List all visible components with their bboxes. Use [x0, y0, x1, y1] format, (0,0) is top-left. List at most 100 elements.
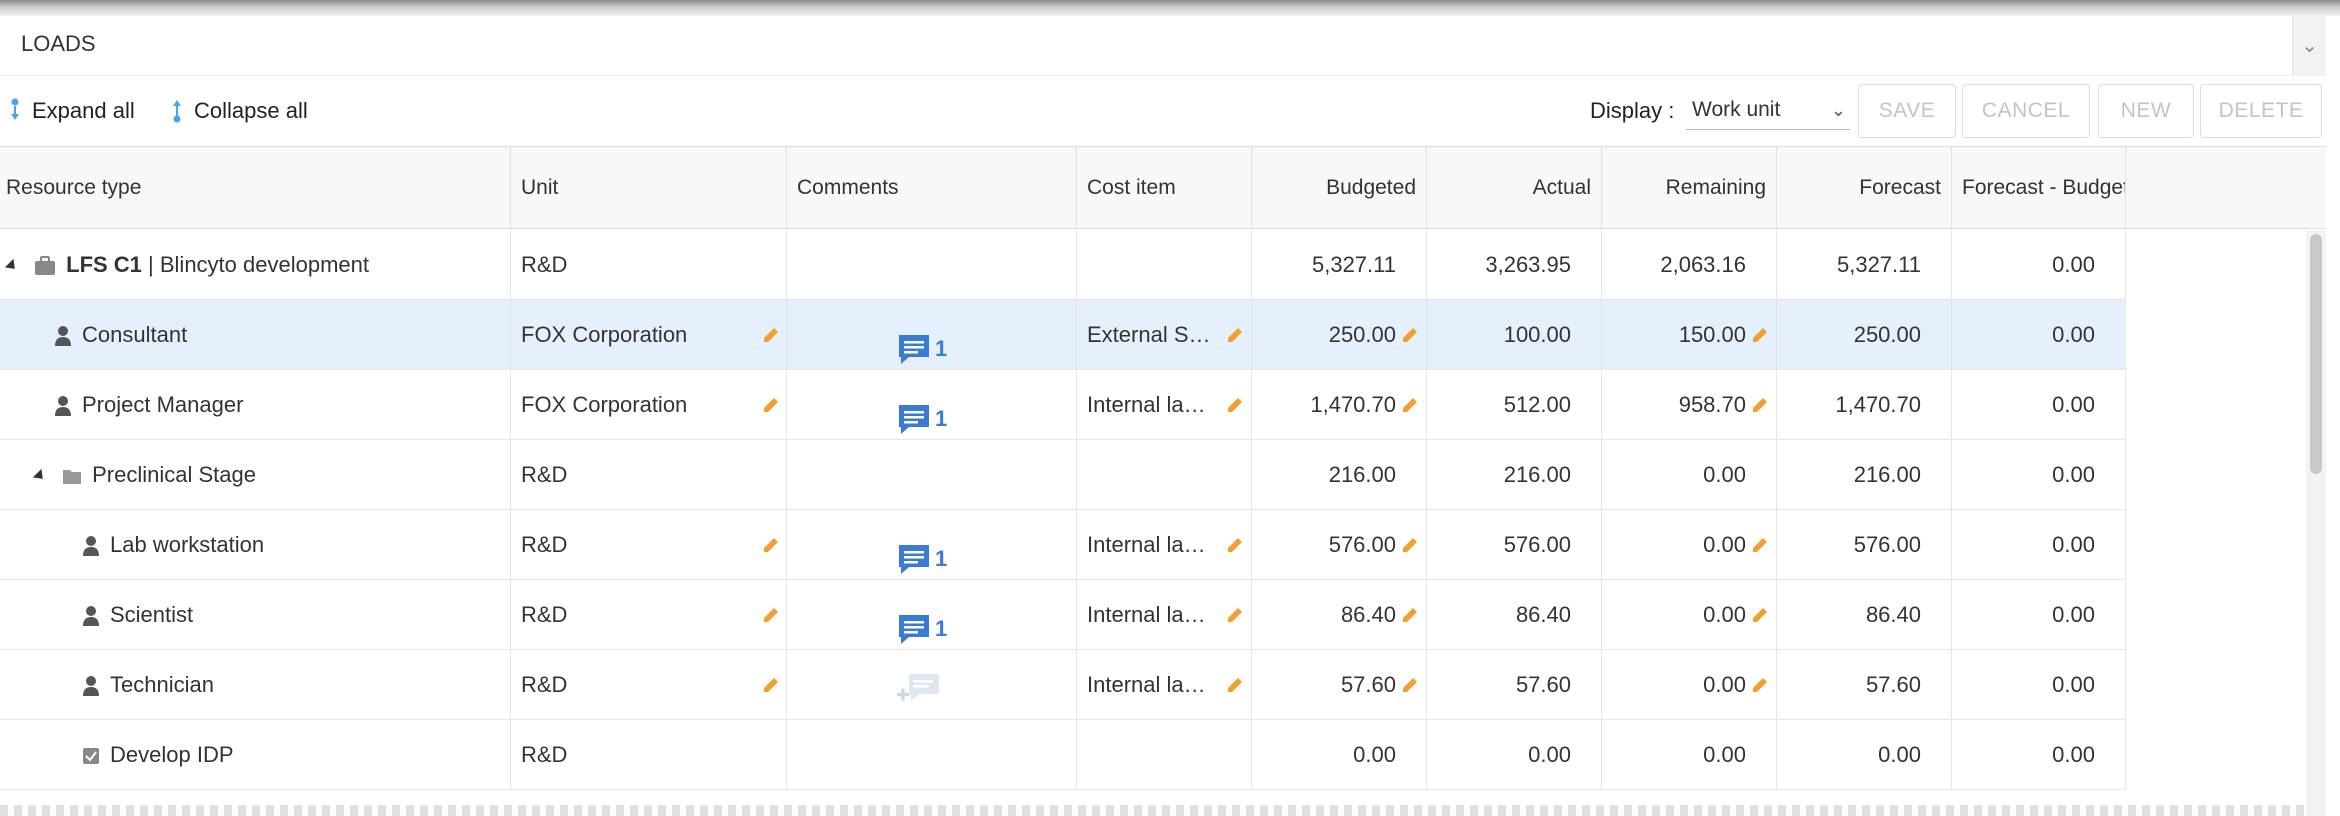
pencil-icon[interactable]: [1400, 605, 1420, 625]
comment-icon: [899, 335, 929, 364]
comments-cell[interactable]: 1: [787, 510, 1077, 580]
remaining-cell[interactable]: 150.00: [1602, 300, 1777, 370]
remaining-cell[interactable]: 958.70: [1602, 370, 1777, 440]
pencil-icon[interactable]: [761, 605, 781, 625]
collapse-all-link[interactable]: Collapse all: [172, 98, 308, 124]
cost-item-value: External S…: [1087, 322, 1211, 347]
pencil-icon[interactable]: [1225, 605, 1245, 625]
table-row[interactable]: Project Manager FOX Corporation 1 Intern…: [0, 370, 2126, 440]
pencil-icon[interactable]: [761, 535, 781, 555]
tree-toggle-icon[interactable]: [32, 469, 48, 484]
resource-type-cell: Lab workstation: [0, 510, 511, 580]
col-actual[interactable]: Actual: [1427, 147, 1602, 229]
pencil-icon[interactable]: [1750, 325, 1770, 345]
budgeted-cell[interactable]: 86.40: [1252, 580, 1427, 650]
actual-cell: 576.00: [1427, 510, 1602, 580]
comment-badge[interactable]: 1: [897, 384, 947, 440]
pencil-icon[interactable]: [761, 675, 781, 695]
pencil-icon[interactable]: [1400, 675, 1420, 695]
pencil-icon[interactable]: [761, 395, 781, 415]
remaining-cell[interactable]: 0.00: [1602, 580, 1777, 650]
pencil-icon[interactable]: [1400, 325, 1420, 345]
panel-collapse-button[interactable]: ⌄: [2292, 16, 2326, 76]
table-row[interactable]: Develop IDP R&D 0.00 0.00 0.00 0.00 0.00: [0, 720, 2126, 790]
table-row[interactable]: Technician R&D Internal la… 57.60 57.60 …: [0, 650, 2126, 720]
unit-cell[interactable]: R&D: [511, 580, 787, 650]
pencil-icon[interactable]: [761, 325, 781, 345]
pencil-icon[interactable]: [1225, 535, 1245, 555]
pencil-icon[interactable]: [1225, 395, 1245, 415]
expand-all-link[interactable]: Expand all: [10, 98, 135, 124]
unit-cell[interactable]: R&D: [511, 650, 787, 720]
cost-item-cell[interactable]: Internal la…: [1077, 650, 1252, 720]
cost-item-cell[interactable]: Internal la…: [1077, 370, 1252, 440]
display-select[interactable]: Work unit ⌄: [1686, 90, 1850, 130]
delete-button[interactable]: DELETE: [2200, 84, 2322, 138]
col-remaining[interactable]: Remaining: [1602, 147, 1777, 229]
comments-cell[interactable]: 1: [787, 300, 1077, 370]
pencil-icon[interactable]: [1225, 675, 1245, 695]
comments-cell: [787, 230, 1077, 300]
pencil-icon[interactable]: [1750, 535, 1770, 555]
remaining-cell: 0.00: [1602, 720, 1777, 790]
budgeted-cell: 0.00: [1252, 720, 1427, 790]
forecast-budget-cell: 0.00: [1952, 300, 2126, 370]
collapse-all-label: Collapse all: [194, 98, 308, 123]
comments-cell[interactable]: [787, 650, 1077, 720]
save-button[interactable]: SAVE: [1858, 84, 1956, 138]
tree-toggle-icon[interactable]: [4, 259, 20, 274]
cost-item-cell[interactable]: Internal la…: [1077, 510, 1252, 580]
actual-cell: 86.40: [1427, 580, 1602, 650]
comments-cell[interactable]: 1: [787, 580, 1077, 650]
remaining-value: 0.00: [1703, 532, 1746, 557]
new-button[interactable]: NEW: [2098, 84, 2194, 138]
cost-item-cell[interactable]: External S…: [1077, 300, 1252, 370]
project-icon: [35, 256, 56, 276]
table-row[interactable]: Scientist R&D 1 Internal la… 86.40 86.40…: [0, 580, 2126, 650]
comment-badge[interactable]: 1: [897, 524, 947, 580]
budgeted-cell[interactable]: 250.00: [1252, 300, 1427, 370]
table-row[interactable]: Consultant FOX Corporation 1 External S…: [0, 300, 2126, 370]
cancel-button[interactable]: CANCEL: [1962, 84, 2090, 138]
loads-grid: Resource type Unit Comments Cost item Bu…: [0, 146, 2326, 816]
display-value: Work unit: [1692, 98, 1781, 121]
pencil-icon[interactable]: [1225, 325, 1245, 345]
remaining-cell[interactable]: 0.00: [1602, 510, 1777, 580]
unit-value: R&D: [521, 602, 568, 627]
col-resource-type[interactable]: Resource type: [0, 147, 511, 229]
comment-badge[interactable]: 1: [897, 594, 947, 650]
unit-cell[interactable]: R&D: [511, 510, 787, 580]
unit-cell[interactable]: FOX Corporation: [511, 370, 787, 440]
pencil-icon[interactable]: [1750, 675, 1770, 695]
remaining-cell[interactable]: 0.00: [1602, 650, 1777, 720]
project-code: LFS C1: [66, 252, 142, 277]
pencil-icon[interactable]: [1750, 605, 1770, 625]
comments-cell: [787, 720, 1077, 790]
unit-cell[interactable]: FOX Corporation: [511, 300, 787, 370]
col-cost-item[interactable]: Cost item: [1077, 147, 1252, 229]
forecast-cell: 5,327.11: [1777, 230, 1952, 300]
budgeted-cell[interactable]: 576.00: [1252, 510, 1427, 580]
budgeted-cell[interactable]: 1,470.70: [1252, 370, 1427, 440]
forecast-cell: 0.00: [1777, 720, 1952, 790]
add-comment-icon[interactable]: [895, 672, 941, 706]
budgeted-cell[interactable]: 57.60: [1252, 650, 1427, 720]
col-comments[interactable]: Comments: [787, 147, 1077, 229]
scrollbar-thumb[interactable]: [2310, 234, 2322, 474]
table-row[interactable]: Preclinical Stage R&D 216.00 216.00 0.00…: [0, 440, 2126, 510]
pencil-icon[interactable]: [1400, 395, 1420, 415]
col-unit[interactable]: Unit: [511, 147, 787, 229]
comment-badge[interactable]: 1: [897, 314, 947, 370]
vertical-scrollbar[interactable]: [2306, 230, 2326, 816]
comments-cell[interactable]: 1: [787, 370, 1077, 440]
forecast-budget-cell: 0.00: [1952, 720, 2126, 790]
table-row[interactable]: LFS C1 | Blincyto development R&D 5,327.…: [0, 230, 2126, 300]
pencil-icon[interactable]: [1400, 535, 1420, 555]
table-row[interactable]: Lab workstation R&D 1 Internal la… 576.0…: [0, 510, 2126, 580]
cost-item-cell[interactable]: Internal la…: [1077, 580, 1252, 650]
col-budgeted[interactable]: Budgeted: [1252, 147, 1427, 229]
pencil-icon[interactable]: [1750, 395, 1770, 415]
col-forecast[interactable]: Forecast: [1777, 147, 1952, 229]
col-forecast-budget[interactable]: Forecast - Budget: [1952, 147, 2126, 229]
comment-count: 1: [935, 336, 948, 361]
